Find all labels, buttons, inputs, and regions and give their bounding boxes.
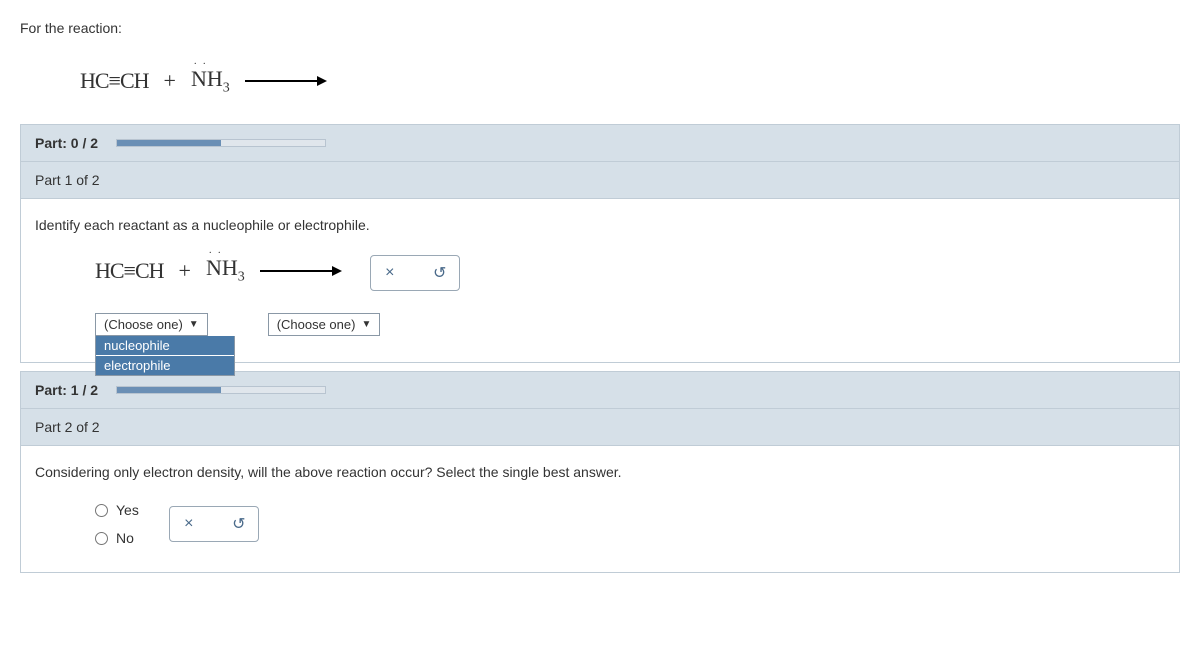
part1-plus: + bbox=[179, 258, 191, 284]
radio-no-input[interactable] bbox=[95, 532, 108, 545]
main-reaction: HC≡CH + . . NH3 bbox=[20, 56, 1180, 116]
part2-action-box: × ↺ bbox=[169, 506, 259, 542]
reset-icon[interactable]: ↺ bbox=[228, 513, 250, 535]
reactant-2: . . NH3 bbox=[191, 66, 230, 96]
reactant2-dropdown[interactable]: (Choose one) ▼ bbox=[268, 313, 381, 336]
lone-pair-dots: . . bbox=[194, 56, 208, 67]
reactant1-dropdown-button[interactable]: (Choose one) ▼ bbox=[95, 313, 208, 336]
reset-icon[interactable]: ↺ bbox=[429, 262, 451, 284]
overall-progress-fill bbox=[117, 140, 221, 146]
part2-header: Part 2 of 2 bbox=[20, 409, 1180, 446]
overall-progress-track bbox=[116, 139, 326, 147]
part1-reaction: HC≡CH + . . NH3 bbox=[95, 255, 340, 285]
radio-yes[interactable]: Yes bbox=[95, 502, 139, 518]
reactant1-dropdown-menu: nucleophile electrophile bbox=[95, 336, 235, 376]
part1-progress-label: Part: 1 / 2 bbox=[35, 382, 98, 398]
part1-question: Identify each reactant as a nucleophile … bbox=[35, 217, 1165, 233]
close-icon[interactable]: × bbox=[178, 513, 200, 535]
plus-sign: + bbox=[164, 68, 176, 94]
overall-progress-bar: Part: 0 / 2 bbox=[20, 124, 1180, 162]
chevron-down-icon: ▼ bbox=[361, 319, 371, 330]
option-electrophile[interactable]: electrophile bbox=[96, 355, 234, 375]
reactant1-dropdown[interactable]: (Choose one) ▼ nucleophile electrophile bbox=[95, 313, 208, 336]
intro-text: For the reaction: bbox=[20, 20, 1180, 36]
reactant-1: HC≡CH bbox=[80, 68, 149, 94]
part1-header: Part 1 of 2 bbox=[20, 162, 1180, 199]
part1-body: Identify each reactant as a nucleophile … bbox=[20, 199, 1180, 363]
part2-body: Considering only electron density, will … bbox=[20, 446, 1180, 573]
part1-progress-bar: Part: 1 / 2 bbox=[20, 371, 1180, 409]
part1-reactant-1: HC≡CH bbox=[95, 258, 164, 284]
option-nucleophile[interactable]: nucleophile bbox=[96, 336, 234, 355]
part2-radio-group: Yes No bbox=[95, 502, 139, 546]
close-icon[interactable]: × bbox=[379, 262, 401, 284]
part1-progress-track bbox=[116, 386, 326, 394]
part1-reactant-2: . . NH3 bbox=[206, 255, 245, 285]
reactant2-dropdown-button[interactable]: (Choose one) ▼ bbox=[268, 313, 381, 336]
part2-question: Considering only electron density, will … bbox=[35, 464, 1165, 480]
reaction-arrow bbox=[245, 80, 325, 82]
overall-progress-label: Part: 0 / 2 bbox=[35, 135, 98, 151]
part1-action-box: × ↺ bbox=[370, 255, 460, 291]
part1-progress-fill bbox=[117, 387, 221, 393]
radio-yes-input[interactable] bbox=[95, 504, 108, 517]
radio-no[interactable]: No bbox=[95, 530, 139, 546]
part1-arrow bbox=[260, 270, 340, 272]
chevron-down-icon: ▼ bbox=[189, 319, 199, 330]
